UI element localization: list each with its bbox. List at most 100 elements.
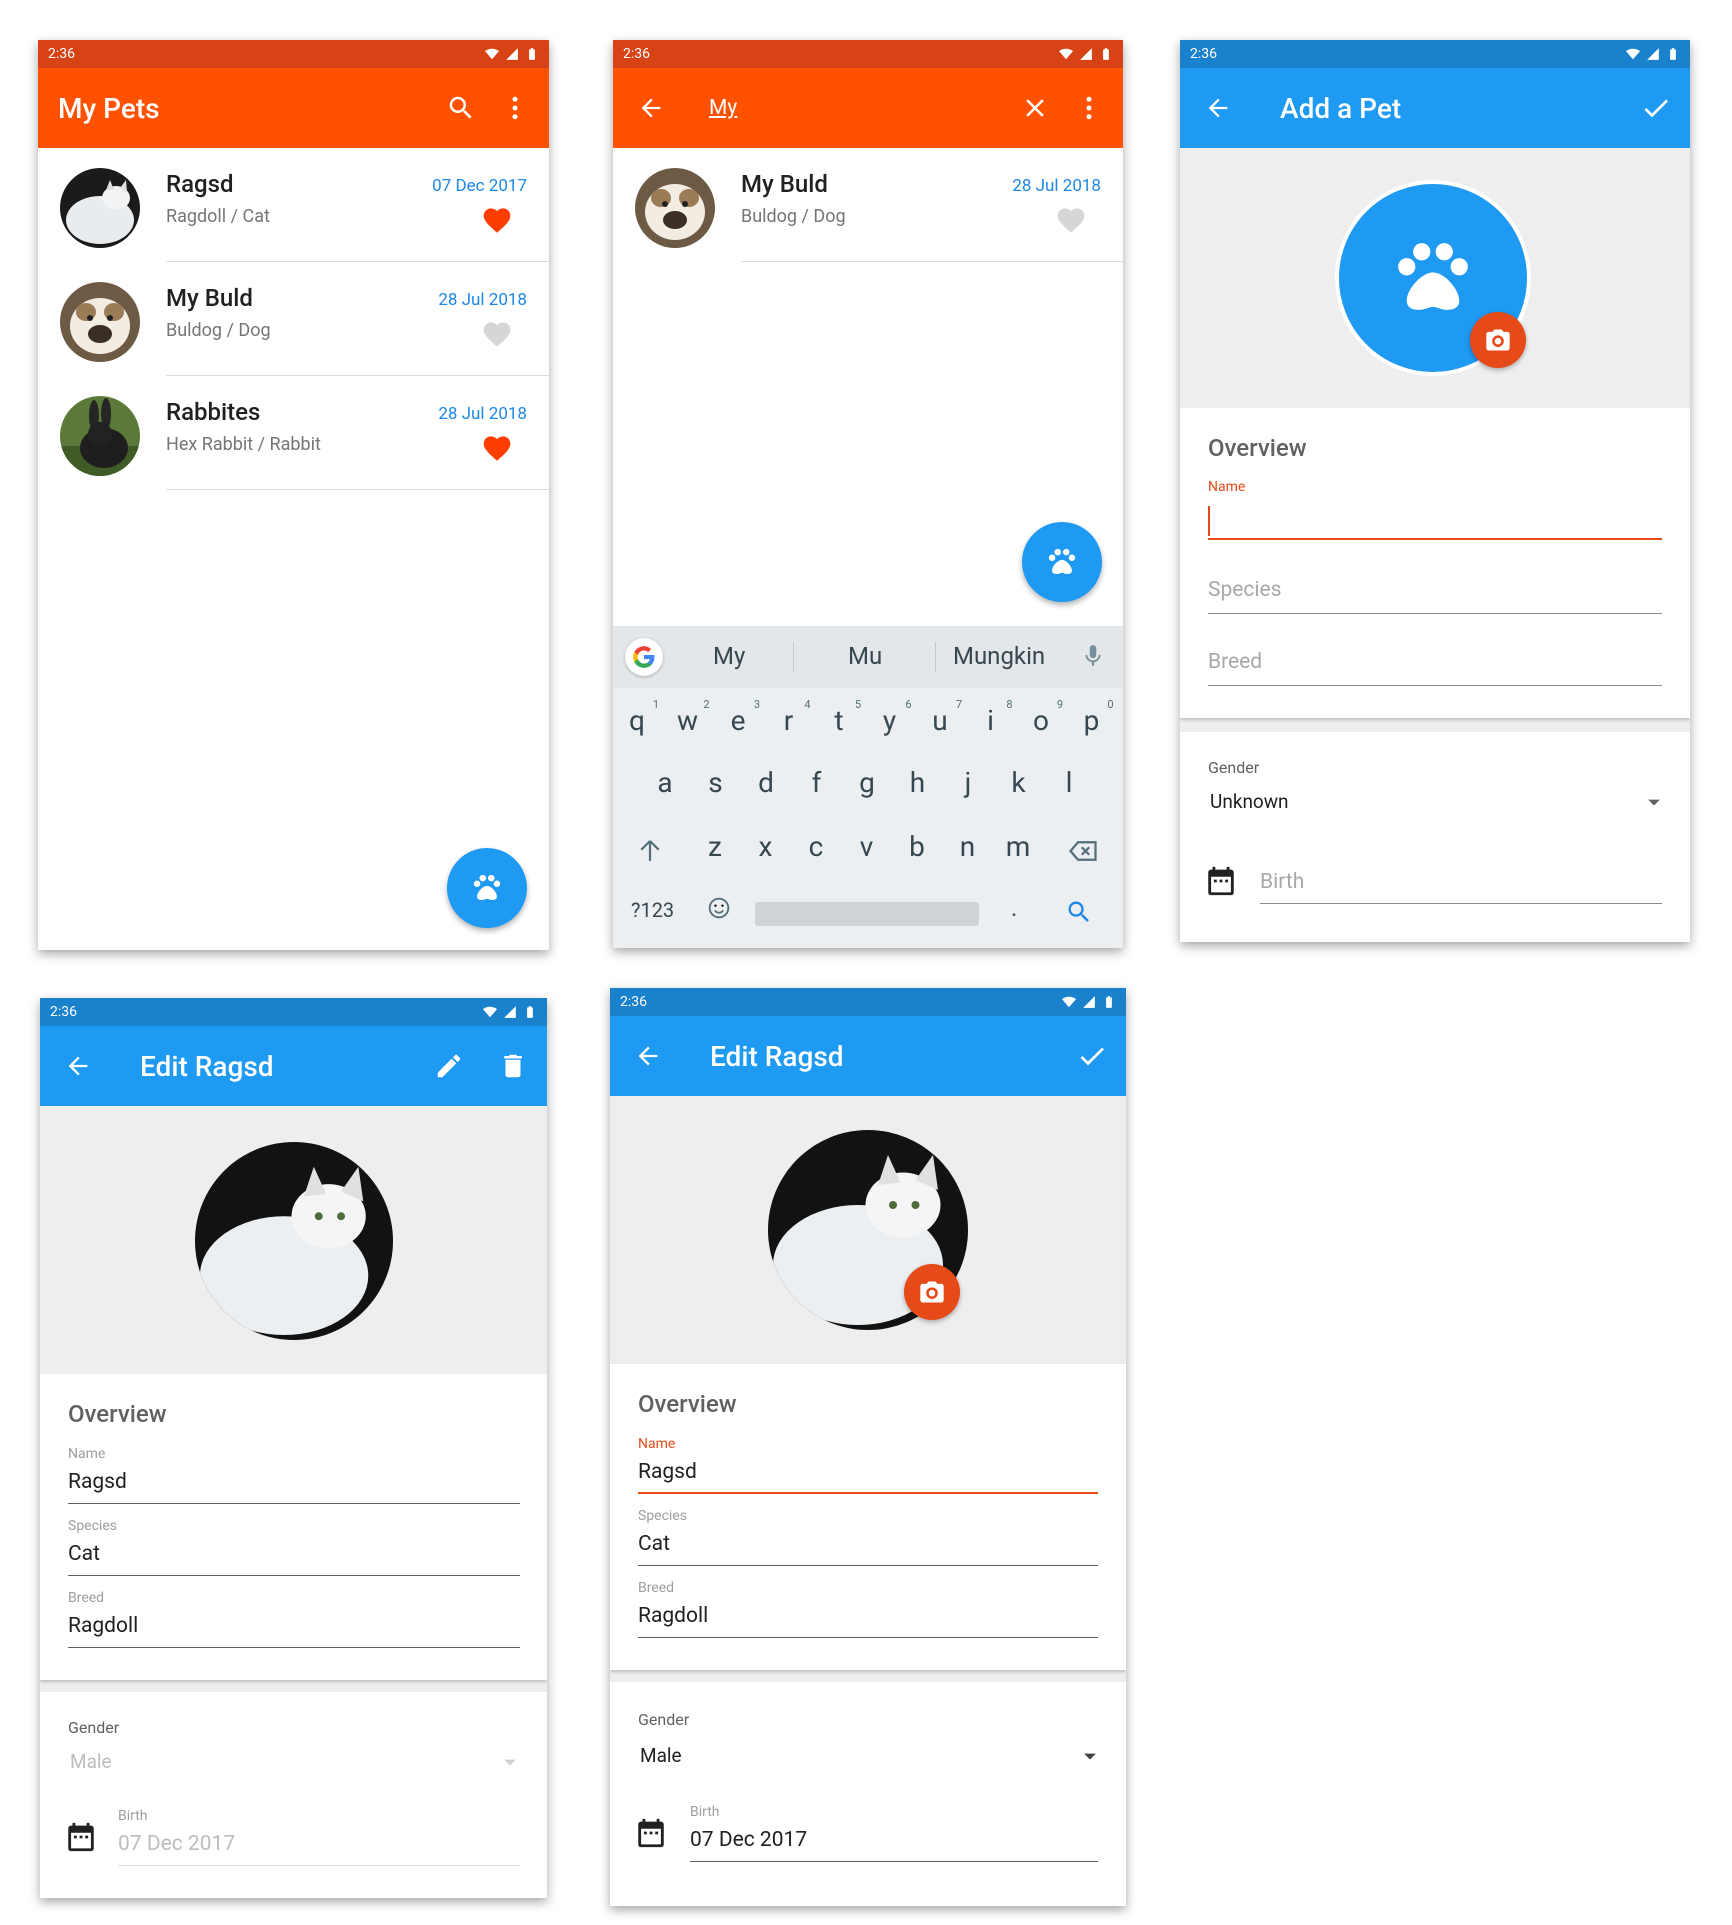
- symbols-key[interactable]: ?123: [631, 898, 674, 922]
- search-icon: [446, 93, 476, 123]
- app-bar: Add a Pet: [1180, 68, 1690, 148]
- gender-select[interactable]: Unknown: [1208, 782, 1668, 822]
- key-n[interactable]: n: [948, 830, 988, 863]
- birth-input[interactable]: 07 Dec 2017: [690, 1822, 1098, 1862]
- delete-button[interactable]: [495, 1048, 531, 1084]
- key-b[interactable]: b: [897, 830, 937, 863]
- more-options-button[interactable]: [497, 90, 533, 126]
- key-k[interactable]: k: [999, 766, 1039, 799]
- change-photo-button[interactable]: [904, 1264, 960, 1320]
- birth-input[interactable]: Birth: [1260, 862, 1662, 904]
- paw-icon: [1388, 233, 1478, 323]
- key-l[interactable]: l: [1049, 766, 1089, 799]
- pet-list-item[interactable]: Rabbites Hex Rabbit / Rabbit 28 Jul 2018: [38, 376, 549, 490]
- key-r[interactable]: r4: [769, 698, 811, 737]
- name-input[interactable]: [1208, 506, 1662, 540]
- more-options-button[interactable]: [1071, 90, 1107, 126]
- rabbit-photo: [60, 396, 140, 476]
- species-input[interactable]: Cat: [638, 1528, 1098, 1566]
- pet-list-item[interactable]: Ragsd Ragdoll / Cat 07 Dec 2017: [38, 148, 549, 262]
- gender-select[interactable]: Male: [638, 1736, 1104, 1776]
- backspace-icon[interactable]: [1065, 836, 1101, 866]
- back-button[interactable]: [630, 1038, 666, 1074]
- key-t[interactable]: t5: [819, 698, 861, 737]
- signal-icon: [1646, 47, 1660, 61]
- breed-input[interactable]: Ragdoll: [638, 1600, 1098, 1638]
- shift-icon[interactable]: [635, 836, 665, 866]
- breed-input[interactable]: Breed: [1208, 644, 1662, 686]
- wifi-icon: [483, 1005, 497, 1019]
- favorite-heart-icon[interactable]: [481, 432, 513, 462]
- key-p[interactable]: p0: [1072, 698, 1114, 737]
- key-y[interactable]: y6: [870, 698, 912, 737]
- favorite-heart-icon[interactable]: [1055, 204, 1087, 234]
- status-time: 2:36: [623, 46, 650, 62]
- key-w[interactable]: w2: [668, 698, 710, 737]
- check-icon: [1640, 92, 1672, 124]
- pet-name: My Buld: [741, 170, 828, 198]
- calendar-icon[interactable]: [1204, 864, 1238, 898]
- key-v[interactable]: v: [847, 830, 887, 863]
- key-x[interactable]: x: [746, 830, 786, 863]
- mic-icon[interactable]: [1080, 642, 1106, 670]
- key-m[interactable]: m: [998, 830, 1038, 863]
- calendar-icon[interactable]: [634, 1816, 668, 1850]
- field-underline: [68, 1575, 520, 1576]
- favorite-heart-icon[interactable]: [481, 318, 513, 348]
- emoji-icon[interactable]: [705, 894, 733, 922]
- back-button[interactable]: [60, 1048, 96, 1084]
- signal-icon: [505, 47, 519, 61]
- pet-list-item[interactable]: My Buld Buldog / Dog 28 Jul 2018: [38, 262, 549, 376]
- save-button[interactable]: [1638, 90, 1674, 126]
- birth-value: 07 Dec 2017: [690, 1828, 808, 1852]
- edit-button[interactable]: [431, 1048, 467, 1084]
- key-u[interactable]: u7: [920, 698, 962, 737]
- pet-date: 07 Dec 2017: [432, 176, 527, 196]
- suggestion[interactable]: Mu: [848, 642, 882, 670]
- species-input[interactable]: Species: [1208, 572, 1662, 614]
- key-q[interactable]: q1: [617, 698, 659, 737]
- clear-search-button[interactable]: [1017, 90, 1053, 126]
- add-pet-fab[interactable]: [447, 848, 527, 928]
- period-key[interactable]: .: [1011, 894, 1017, 922]
- change-photo-button[interactable]: [1470, 312, 1526, 368]
- field-underline: [68, 1647, 520, 1648]
- key-i[interactable]: i8: [971, 698, 1012, 737]
- add-pet-fab[interactable]: [1022, 522, 1102, 602]
- section-title: Overview: [1208, 434, 1307, 462]
- google-logo[interactable]: [625, 638, 663, 676]
- pet-date: 28 Jul 2018: [438, 290, 527, 310]
- back-button[interactable]: [633, 90, 669, 126]
- key-hint: 7: [955, 698, 962, 711]
- key-d[interactable]: d: [746, 766, 786, 799]
- search-result-item[interactable]: My Buld Buldog / Dog 28 Jul 2018: [613, 148, 1123, 262]
- details-card: Gender Unknown Birth: [1180, 732, 1690, 942]
- name-input[interactable]: Ragsd: [638, 1456, 1098, 1494]
- search-button[interactable]: [443, 90, 479, 126]
- search-icon[interactable]: [1065, 898, 1093, 926]
- suggestion[interactable]: My: [713, 642, 745, 670]
- key-g[interactable]: g: [847, 766, 887, 799]
- key-a[interactable]: a: [645, 766, 685, 799]
- key-z[interactable]: z: [695, 830, 735, 863]
- save-button[interactable]: [1074, 1038, 1110, 1074]
- favorite-heart-icon[interactable]: [481, 204, 513, 234]
- spacebar[interactable]: [755, 902, 979, 926]
- key-f[interactable]: f: [797, 766, 837, 799]
- key-hint: 1: [652, 698, 659, 711]
- key-e[interactable]: e3: [718, 698, 760, 737]
- back-button[interactable]: [1200, 90, 1236, 126]
- suggestion[interactable]: Mungkin: [953, 642, 1045, 670]
- key-c[interactable]: c: [796, 830, 836, 863]
- battery-icon: [525, 47, 539, 61]
- field-underline: [1208, 685, 1662, 686]
- key-s[interactable]: s: [696, 766, 736, 799]
- name-value: Ragsd: [638, 1460, 697, 1484]
- key-h[interactable]: h: [898, 766, 938, 799]
- key-o[interactable]: o9: [1021, 698, 1063, 737]
- name-field: Ragsd: [68, 1466, 520, 1504]
- key-j[interactable]: j: [948, 766, 988, 799]
- status-icons: [1626, 47, 1680, 61]
- search-input[interactable]: My: [709, 96, 737, 120]
- overview-card: Overview Name Ragsd Species Cat Breed Ra…: [40, 1374, 547, 1680]
